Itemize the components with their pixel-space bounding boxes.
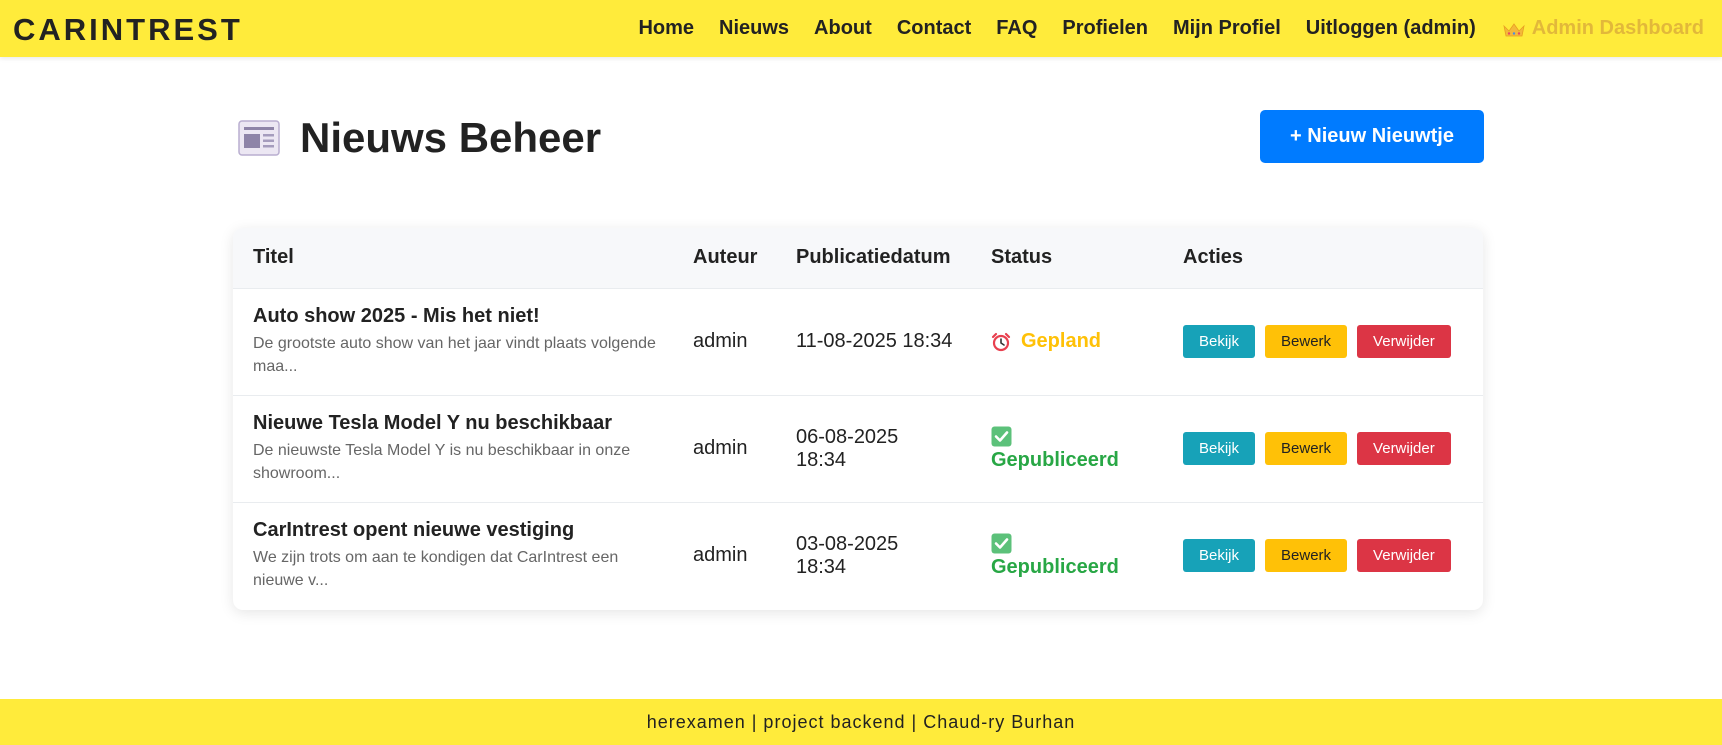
status-cell: Gepubliceerd [971,501,1163,609]
status-cell: Gepubliceerd [971,394,1163,502]
actions-cell: Bekijk Bewerk Verwijder [1163,287,1483,395]
check-mark-icon [991,533,1012,554]
status-badge: Gepubliceerd [991,533,1163,579]
title-cell: Auto show 2025 - Mis het niet! De groots… [233,287,673,395]
nav-profielen[interactable]: Profielen [1062,17,1148,40]
nav-faq[interactable]: FAQ [996,17,1037,40]
delete-button[interactable]: Verwijder [1357,539,1451,573]
actions-cell: Bekijk Bewerk Verwijder [1163,501,1483,609]
table-header-row: Titel Auteur Publicatiedatum Status Acti… [233,228,1483,288]
news-table: Titel Auteur Publicatiedatum Status Acti… [233,228,1483,609]
check-mark-icon [991,426,1012,446]
news-title: CarIntrest opent nieuwe vestiging [253,519,575,542]
news-excerpt: We zijn trots om aan te kondigen dat Car… [253,549,619,590]
new-news-button[interactable]: + Nieuw Nieuwtje [1260,110,1484,163]
top-navbar: CARINTREST Home Nieuws About Contact FAQ… [0,0,1722,57]
column-header-status[interactable]: Status [971,228,1163,288]
nav-about[interactable]: About [814,17,872,40]
news-excerpt: De nieuwste Tesla Model Y is nu beschikb… [253,442,631,482]
status-label: Gepubliceerd [991,555,1119,578]
date-text: 03-08-2025 18:34 [796,532,899,578]
column-header-publicatiedatum[interactable]: Publicatiedatum [776,228,971,288]
status-label: Gepland [1021,330,1102,352]
author-cell: admin [673,287,776,395]
table-row: Nieuwe Tesla Model Y nu beschikbaar De n… [233,394,1483,502]
status-label: Gepubliceerd [991,448,1119,471]
crown-icon [1503,23,1525,37]
date-cell: 11-08-2025 18:34 [776,287,971,395]
footer: herexamen | project backend | Chaud-ry B… [0,699,1722,745]
nav-contact[interactable]: Contact [897,17,971,40]
actions-cell: Bekijk Bewerk Verwijder [1163,394,1483,502]
title-cell: CarIntrest opent nieuwe vestiging We zij… [233,501,673,609]
edit-button[interactable]: Bewerk [1265,325,1348,358]
page-title: Nieuws Beheer [300,114,602,161]
status-badge: Gepubliceerd [991,426,1163,472]
edit-button[interactable]: Bewerk [1265,432,1348,465]
column-header-auteur[interactable]: Auteur [673,228,776,288]
nav-uitloggen[interactable]: Uitloggen (admin) [1306,17,1476,40]
author-cell: admin [673,394,776,502]
table-row: Auto show 2025 - Mis het niet! De groots… [233,287,1483,395]
date-text: 06-08-2025 18:34 [796,425,899,471]
author-cell: admin [673,501,776,609]
title-wrap: Nieuws Beheer [238,114,601,162]
page-header: Nieuws Beheer + Nieuw Nieuwtje [238,110,1484,170]
view-button[interactable]: Bekijk [1183,325,1256,358]
alarm-clock-icon [991,332,1011,351]
news-title: Nieuwe Tesla Model Y nu beschikbaar [253,412,613,434]
title-cell: Nieuwe Tesla Model Y nu beschikbaar De n… [233,394,673,502]
date-cell: 03-08-2025 18:34 [776,501,971,609]
nav-mijn-profiel[interactable]: Mijn Profiel [1173,17,1281,40]
status-badge: Gepland [991,330,1163,353]
news-excerpt: De grootste auto show van het jaar vindt… [253,335,656,375]
newspaper-icon [238,120,280,156]
news-table-card: Titel Auteur Publicatiedatum Status Acti… [233,228,1483,610]
view-button[interactable]: Bekijk [1183,539,1256,573]
footer-text: herexamen | project backend | Chaud-ry B… [646,711,1076,732]
news-title: Auto show 2025 - Mis het niet! [253,305,540,327]
nav-nieuws[interactable]: Nieuws [719,17,789,40]
nav-admin-dashboard[interactable]: Admin Dashboard [1503,17,1704,40]
status-cell: Gepland [971,287,1163,395]
table-row: CarIntrest opent nieuwe vestiging We zij… [233,501,1483,609]
view-button[interactable]: Bekijk [1183,432,1256,465]
main-nav: Home Nieuws About Contact FAQ Profielen … [638,0,1722,57]
nav-home[interactable]: Home [638,17,694,40]
admin-dashboard-label: Admin Dashboard [1531,17,1704,39]
column-header-acties: Acties [1183,246,1244,269]
edit-button[interactable]: Bewerk [1265,539,1348,573]
delete-button[interactable]: Verwijder [1357,325,1451,358]
date-cell: 06-08-2025 18:34 [776,394,971,502]
column-header-titel[interactable]: Titel [233,228,673,288]
delete-button[interactable]: Verwijder [1357,432,1451,465]
brand-logo[interactable]: CARINTREST [13,12,243,48]
